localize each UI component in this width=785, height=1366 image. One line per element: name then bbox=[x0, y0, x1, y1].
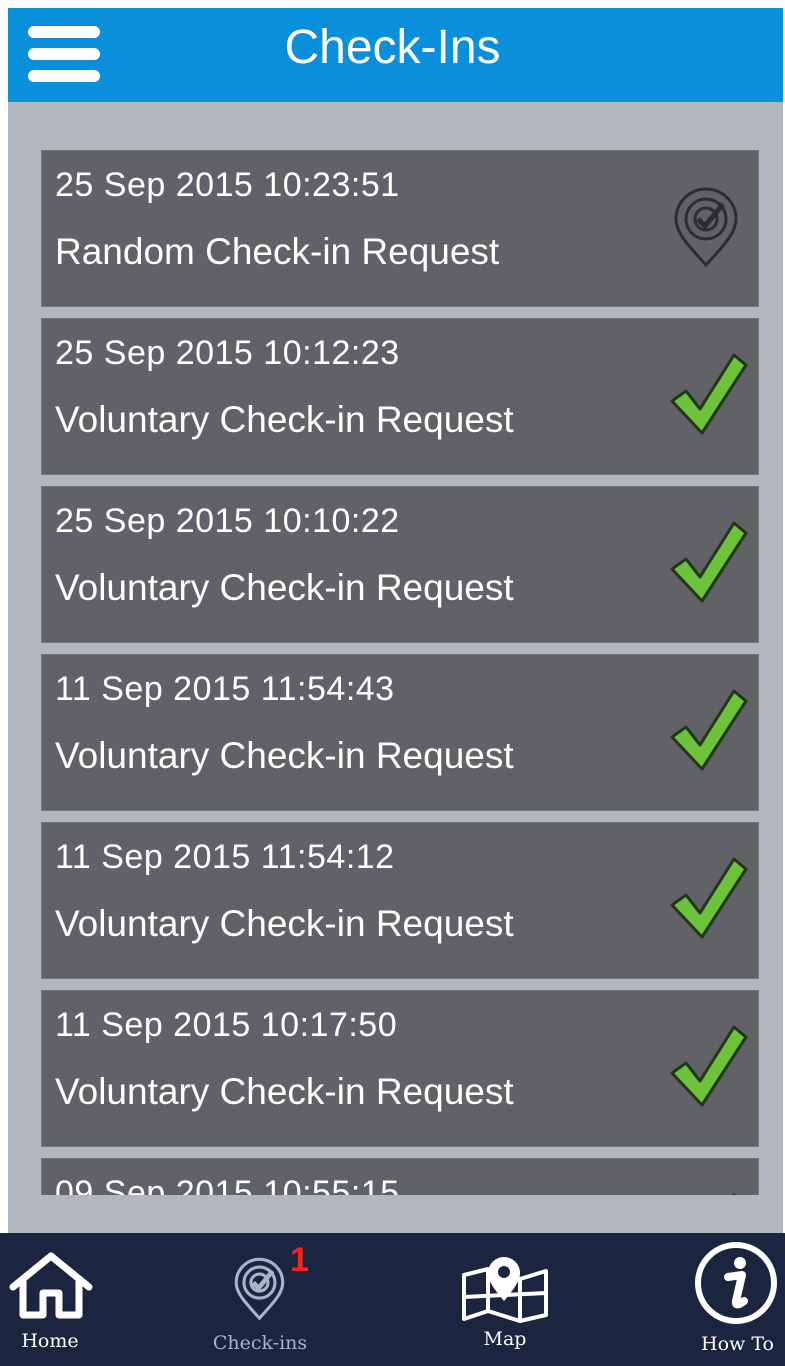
checkin-row[interactable]: 09 Sep 2015 10:55:15 bbox=[41, 1158, 759, 1195]
target-check-pin-icon bbox=[674, 187, 738, 268]
checkin-type: Voluntary Check-in Request bbox=[55, 735, 514, 776]
green-checkmark-icon bbox=[670, 1025, 748, 1107]
checkin-type: Voluntary Check-in Request bbox=[55, 903, 514, 944]
info-icon bbox=[695, 1242, 777, 1324]
tab-howto-label: How To bbox=[701, 1333, 774, 1355]
checkin-row[interactable]: 25 Sep 2015 10:23:51 Random Check-in Req… bbox=[41, 150, 759, 307]
checkin-datetime: 25 Sep 2015 10:12:23 bbox=[55, 334, 400, 372]
page-title: Check-Ins bbox=[284, 21, 501, 74]
green-checkmark-icon bbox=[670, 857, 748, 939]
green-checkmark-icon bbox=[670, 689, 748, 771]
checkin-type: Voluntary Check-in Request bbox=[55, 1071, 514, 1112]
checkin-type: Random Check-in Request bbox=[55, 231, 500, 272]
target-check-pin-icon bbox=[234, 1257, 285, 1321]
checkin-row[interactable]: 11 Sep 2015 11:54:43 Voluntary Check-in … bbox=[41, 654, 759, 811]
tab-map-label: Map bbox=[483, 1328, 527, 1350]
green-checkmark-icon bbox=[670, 521, 748, 603]
checkin-datetime: 11 Sep 2015 11:54:43 bbox=[55, 670, 395, 708]
checkin-row[interactable]: 11 Sep 2015 10:17:50 Voluntary Check-in … bbox=[41, 990, 759, 1147]
checkin-datetime: 11 Sep 2015 11:54:12 bbox=[55, 838, 395, 876]
tab-checkins-label: Check-ins bbox=[212, 1332, 308, 1354]
checkins-list-area: 25 Sep 2015 10:23:51 Random Check-in Req… bbox=[8, 102, 783, 1233]
checkin-datetime: 11 Sep 2015 10:17:50 bbox=[55, 1006, 398, 1044]
checkins-list[interactable]: 25 Sep 2015 10:23:51 Random Check-in Req… bbox=[41, 150, 759, 1195]
tab-checkins[interactable]: 1 Check-ins bbox=[200, 1233, 320, 1366]
green-checkmark-icon bbox=[732, 1193, 737, 1195]
tab-howto[interactable]: How To bbox=[690, 1233, 785, 1366]
bottom-tab-bar: Home 1 Check-ins Map How To bbox=[0, 1233, 785, 1366]
house-icon bbox=[9, 1252, 93, 1319]
checkin-row[interactable]: 25 Sep 2015 10:10:22 Voluntary Check-in … bbox=[41, 486, 759, 643]
tab-home[interactable]: Home bbox=[0, 1233, 100, 1366]
checkin-datetime: 25 Sep 2015 10:23:51 bbox=[55, 166, 400, 204]
checkin-row[interactable]: 25 Sep 2015 10:12:23 Voluntary Check-in … bbox=[41, 318, 759, 475]
checkin-datetime: 25 Sep 2015 10:10:22 bbox=[55, 502, 400, 540]
checkin-type: Voluntary Check-in Request bbox=[55, 399, 514, 440]
app-screen: Check-Ins 25 Sep 2015 10:23:51 Random Ch… bbox=[0, 0, 785, 1366]
checkins-badge: 1 bbox=[290, 1241, 309, 1279]
tab-map[interactable]: Map bbox=[450, 1233, 560, 1366]
checkin-type: Voluntary Check-in Request bbox=[55, 567, 514, 608]
tab-home-label: Home bbox=[21, 1330, 79, 1352]
checkin-row[interactable]: 11 Sep 2015 11:54:12 Voluntary Check-in … bbox=[41, 822, 759, 979]
green-checkmark-icon bbox=[670, 353, 748, 435]
checkin-datetime: 09 Sep 2015 10:55:15 bbox=[55, 1174, 400, 1195]
map-pin-icon bbox=[462, 1257, 548, 1323]
